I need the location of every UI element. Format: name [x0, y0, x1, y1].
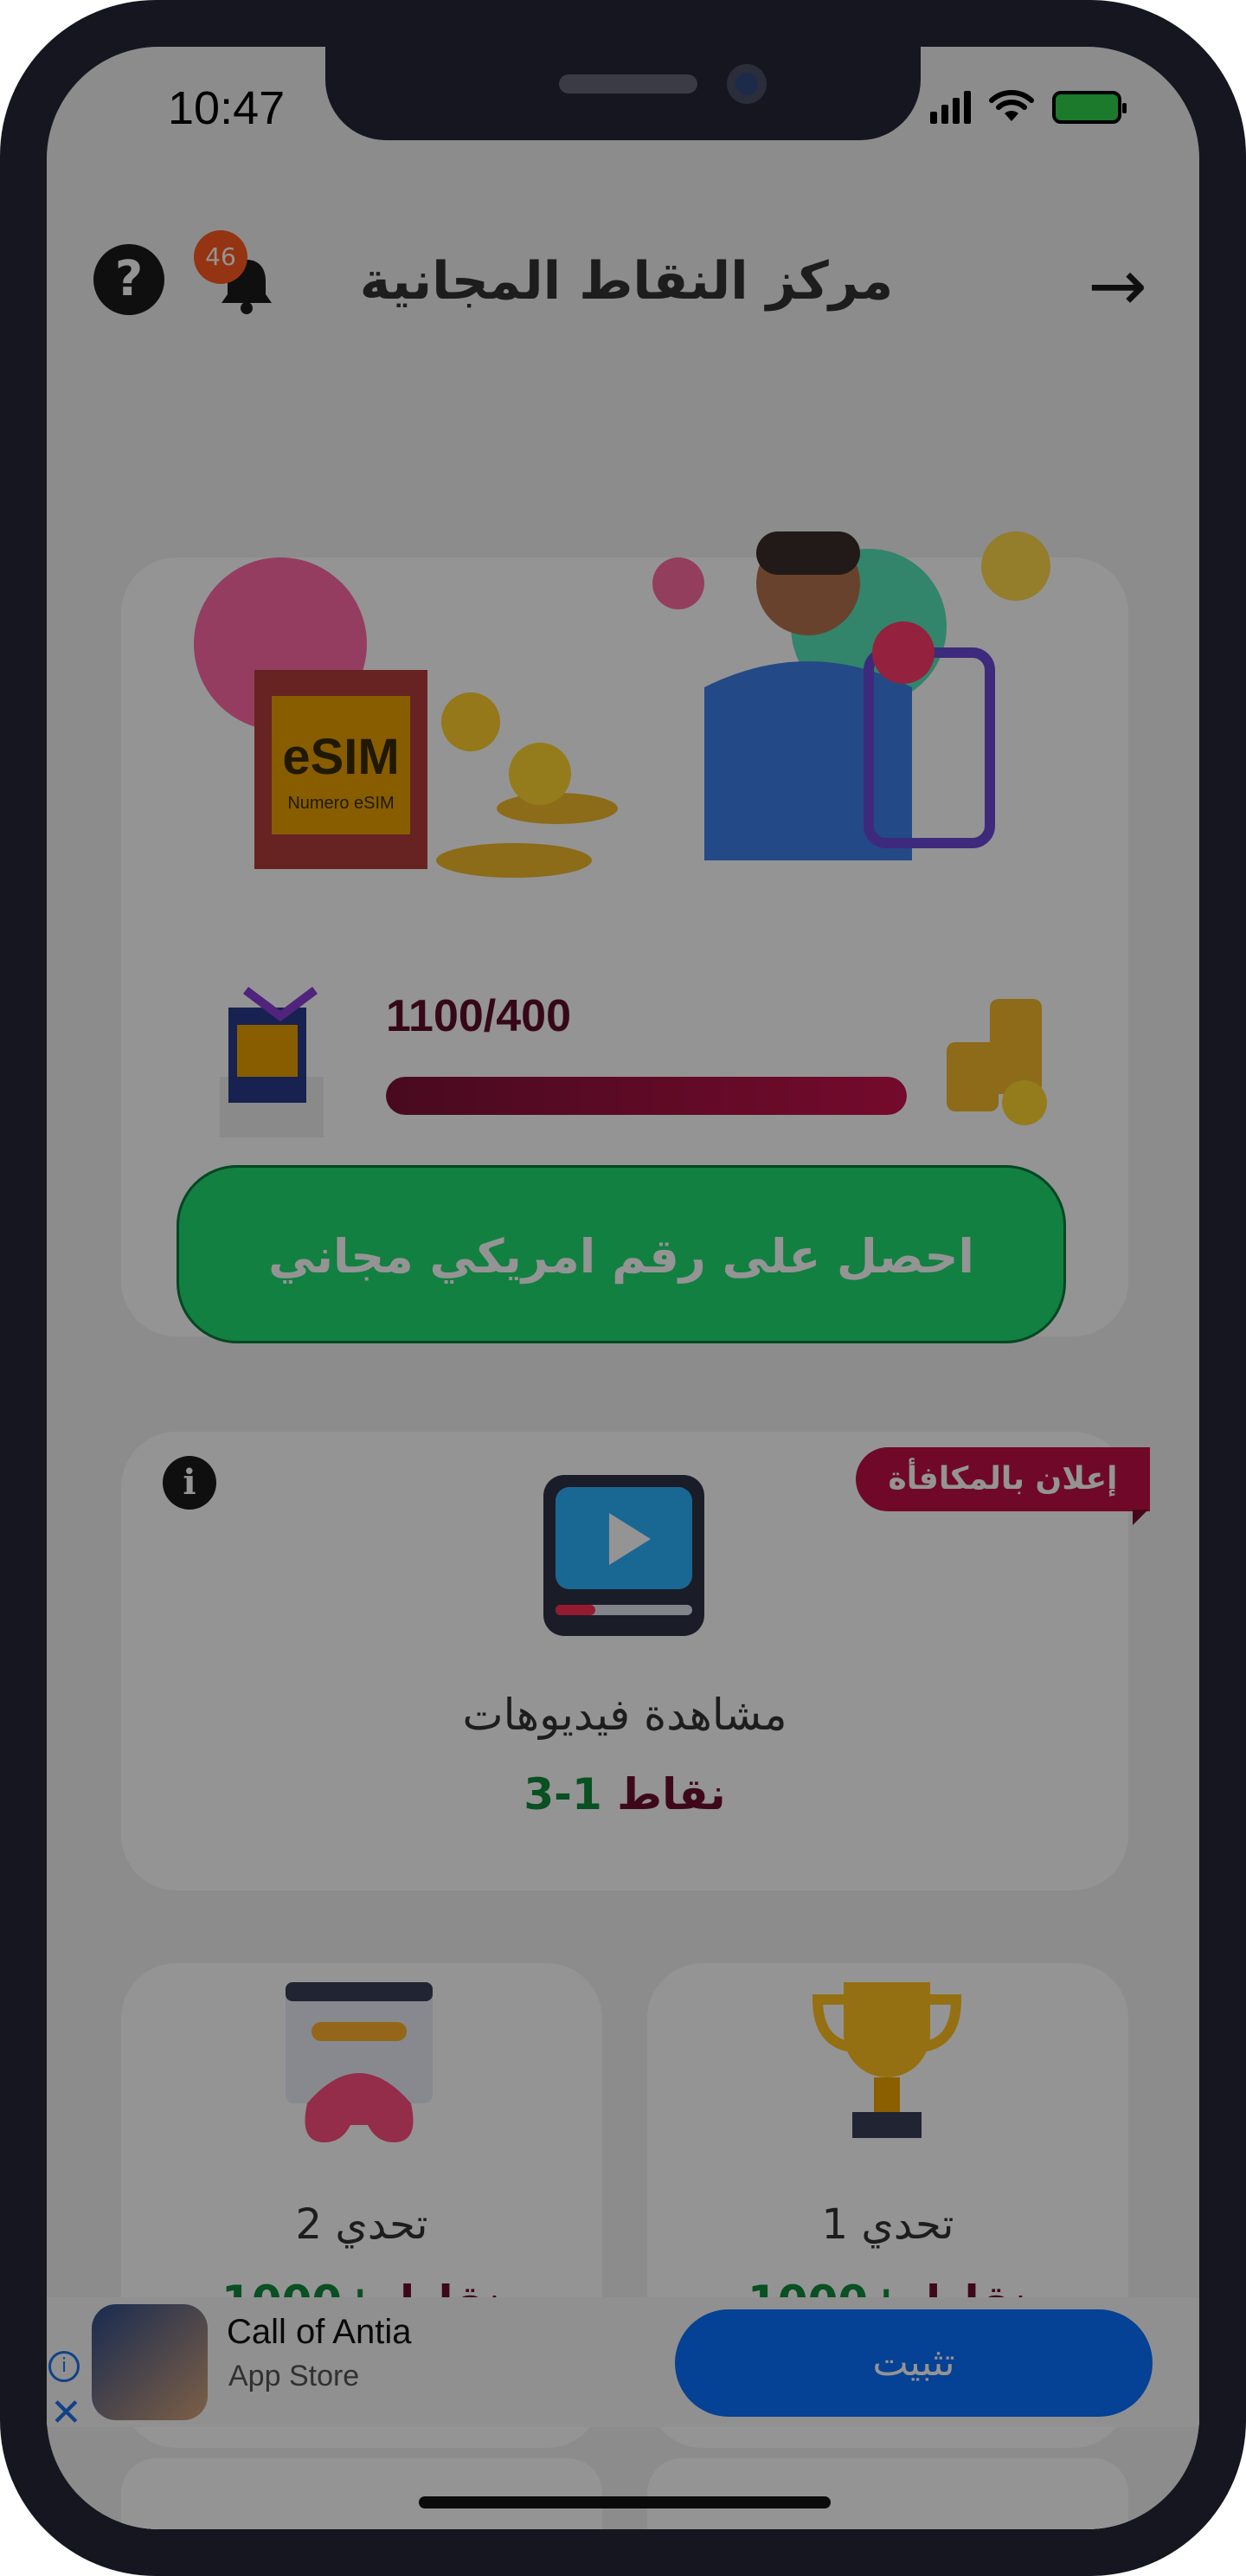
camera: [727, 64, 767, 104]
header: ? 46 مركز النقاط المجانية →: [47, 220, 1199, 322]
ribbon-tail: [1133, 1510, 1148, 1525]
esim-brand: Numero eSIM: [287, 794, 394, 813]
gift-box-icon: [220, 987, 324, 1137]
wifi-icon: [989, 90, 1034, 121]
points-word: نقاط: [617, 1769, 726, 1819]
coins-icon: [947, 999, 1047, 1125]
signal-icon: [930, 91, 971, 124]
notch: [325, 47, 921, 140]
status-time: 10:47: [168, 82, 286, 134]
ad-close-icon[interactable]: ✕: [50, 2394, 82, 2432]
phone-frame: 10:47 ? 46 مركز النقاط المجانية → eSIM N…: [0, 0, 1246, 2576]
progress-bar-fill: [386, 1077, 907, 1115]
watch-videos-points: نقاط 1-3: [121, 1769, 1128, 1819]
ad-info-icon[interactable]: i: [48, 2351, 80, 2382]
status-icons: [930, 90, 1127, 125]
home-indicator[interactable]: [419, 2496, 831, 2508]
progress-text: 1100/400: [386, 991, 572, 1041]
page: 10:47 ? 46 مركز النقاط المجانية → eSIM N…: [0, 0, 1246, 2576]
video-play-icon: [543, 1475, 704, 1636]
more-card-right[interactable]: [647, 2458, 1128, 2529]
ad-app-name[interactable]: Call of Antia: [227, 2313, 411, 2352]
ad-app-icon[interactable]: [92, 2304, 208, 2420]
watch-videos-title: مشاهدة فيديوهات: [462, 1690, 787, 1740]
more-card-left[interactable]: [121, 2458, 602, 2529]
game-controller-icon: [286, 1982, 433, 2142]
esim-label: eSIM: [282, 729, 399, 785]
info-icon[interactable]: i: [163, 1456, 216, 1510]
points-range: 1-3: [523, 1769, 602, 1819]
challenge-1-title: تحدي 1: [821, 2200, 954, 2249]
notification-badge: 46: [194, 230, 247, 284]
help-icon[interactable]: ?: [93, 244, 164, 315]
trophy-icon: [812, 1982, 962, 2138]
screen: 10:47 ? 46 مركز النقاط المجانية → eSIM N…: [47, 47, 1199, 2529]
get-us-number-button[interactable]: احصل على رقم امريكي مجاني: [177, 1165, 1066, 1343]
challenge-2-title: تحدي 2: [295, 2200, 428, 2249]
install-button[interactable]: تثبيت: [675, 2309, 1153, 2417]
ad-store: App Store: [228, 2360, 360, 2392]
speaker: [559, 74, 697, 93]
page-title: مركز النقاط المجانية: [359, 251, 894, 312]
hero-illustration: eSIM Numero eSIM: [194, 531, 1050, 878]
rewarded-ad-ribbon: إعلان بالمكافأة: [856, 1447, 1150, 1511]
progress-bar: [386, 1077, 907, 1115]
back-arrow-icon[interactable]: →: [1088, 251, 1147, 322]
battery-icon: [1052, 91, 1127, 124]
